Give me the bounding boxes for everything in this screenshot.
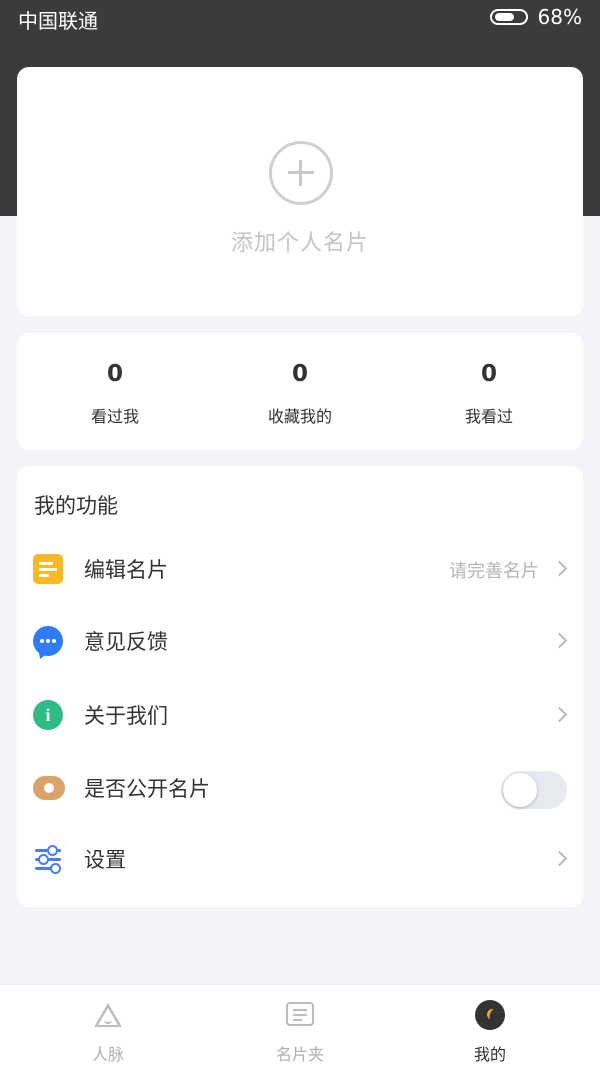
- battery-icon: [489, 9, 528, 25]
- tab-label: 我的: [473, 1045, 506, 1064]
- menu-item-label: 关于我们: [84, 704, 168, 728]
- add-profile-card[interactable]: 添加个人名片: [17, 67, 583, 316]
- stat-value: 0: [106, 361, 123, 387]
- stat-label: 收藏我的: [267, 407, 332, 426]
- carrier-name: 中国联通: [18, 9, 98, 33]
- battery-indicator: 68%: [489, 5, 582, 29]
- tab-card-holder[interactable]: 名片夹: [200, 985, 400, 1068]
- chevron-right-icon: [551, 632, 568, 649]
- menu-item-label: 编辑名片: [84, 558, 168, 582]
- card-holder-icon: [284, 999, 316, 1031]
- plus-circle-icon[interactable]: [269, 141, 333, 205]
- stats-card: 0 看过我 0 收藏我的 0 我看过: [17, 333, 583, 450]
- menu-item-public-card: 是否公开名片: [17, 758, 583, 818]
- menu-item-label: 意见反馈: [84, 630, 168, 654]
- eye-icon: [33, 776, 65, 800]
- menu-item-hint: 请完善名片: [449, 561, 539, 582]
- stat-value: 0: [291, 361, 308, 387]
- contacts-icon: [92, 999, 124, 1031]
- battery-percent: 68%: [537, 5, 582, 29]
- edit-card-icon: [33, 554, 63, 584]
- chevron-right-icon: [551, 706, 568, 723]
- menu-item-edit-card[interactable]: 编辑名片 请完善名片: [17, 539, 583, 599]
- toggle-knob: [503, 773, 537, 807]
- section-title: 我的功能: [34, 494, 118, 518]
- profile-icon: [474, 999, 506, 1031]
- stat-viewed-me[interactable]: 0 看过我: [35, 359, 195, 427]
- menu-item-about-us[interactable]: i 关于我们: [17, 685, 583, 745]
- stat-i-viewed[interactable]: 0 我看过: [409, 359, 569, 427]
- menu-item-feedback[interactable]: 意见反馈: [17, 611, 583, 671]
- chevron-right-icon: [551, 560, 568, 577]
- stat-label: 看过我: [90, 407, 139, 426]
- sliders-icon: [33, 844, 63, 874]
- status-bar: 中国联通 68%: [0, 0, 600, 36]
- my-functions-card: 我的功能 编辑名片 请完善名片 意见反馈 i 关于我们 是否公开名片 设置: [17, 466, 583, 907]
- public-card-toggle[interactable]: [501, 771, 567, 809]
- chevron-right-icon: [551, 850, 568, 867]
- menu-item-settings[interactable]: 设置: [17, 829, 583, 889]
- menu-item-label: 是否公开名片: [84, 777, 210, 801]
- chat-bubble-icon: [33, 626, 63, 661]
- add-profile-label: 添加个人名片: [230, 231, 369, 256]
- stat-value: 0: [480, 361, 497, 387]
- stat-favorited-me[interactable]: 0 收藏我的: [220, 359, 380, 427]
- tab-contacts[interactable]: 人脉: [8, 985, 208, 1068]
- info-icon: i: [33, 700, 63, 730]
- tab-label: 人脉: [91, 1045, 124, 1064]
- tab-label: 名片夹: [275, 1045, 324, 1064]
- stat-label: 我看过: [464, 407, 513, 426]
- menu-item-label: 设置: [84, 848, 126, 872]
- tab-mine[interactable]: 我的: [390, 985, 590, 1068]
- bottom-tab-bar: 人脉 名片夹 我的: [0, 984, 600, 1068]
